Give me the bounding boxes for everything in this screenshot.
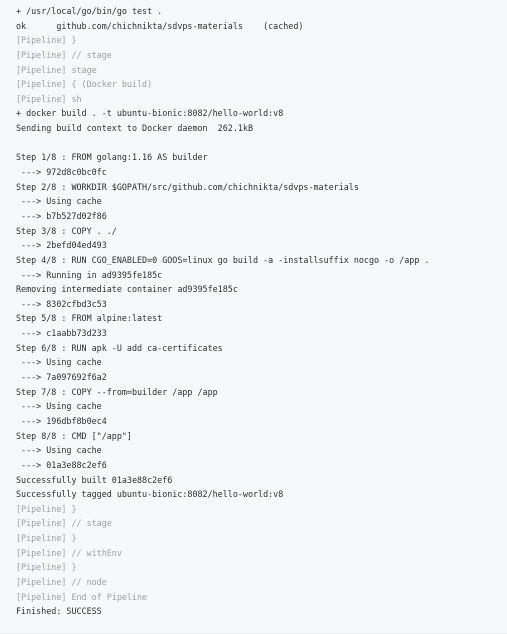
console-line: ---> Using cache xyxy=(16,445,102,456)
console-line: Step 5/8 : FROM alpine:latest xyxy=(16,313,163,324)
console-line: Step 6/8 : RUN apk -U add ca-certificate… xyxy=(16,342,223,353)
console-line: Successfully built 01a3e88c2ef6 xyxy=(16,474,173,485)
pipeline-step-line: [Pipeline] // node xyxy=(16,576,107,587)
console-line: ---> b7b527d02f86 xyxy=(16,210,107,221)
pipeline-step-line: [Pipeline] } xyxy=(16,503,77,514)
console-line: Successfully tagged ubuntu-bionic:8082/h… xyxy=(16,489,284,500)
console-log: + /usr/local/go/bin/go test . ok github.c… xyxy=(16,4,429,619)
pipeline-step-line: [Pipeline] { (Docker build) xyxy=(16,79,153,90)
console-line: Step 3/8 : COPY . ./ xyxy=(16,225,117,236)
pipeline-step-line: [Pipeline] // stage xyxy=(16,518,112,529)
console-line: ok github.com/chichnikta/sdvps-materials… xyxy=(16,20,304,31)
console-line: ---> 01a3e88c2ef6 xyxy=(16,459,107,470)
console-line: Step 7/8 : COPY --from=builder /app /app xyxy=(16,386,218,397)
console-line: ---> 196dbf8b0ec4 xyxy=(16,415,107,426)
pipeline-step-line: [Pipeline] // withEnv xyxy=(16,547,122,558)
console-line: Finished: SUCCESS xyxy=(16,606,102,617)
console-line: Sending build context to Docker daemon 2… xyxy=(16,123,253,134)
pipeline-step-line: [Pipeline] } xyxy=(16,562,77,573)
pipeline-step-line: [Pipeline] sh xyxy=(16,93,82,104)
console-line: Step 8/8 : CMD ["/app"] xyxy=(16,430,132,441)
pipeline-step-line: [Pipeline] } xyxy=(16,533,77,544)
console-line: ---> 972d8c0bc0fc xyxy=(16,167,107,178)
console-output-panel: + /usr/local/go/bin/go test . ok github.c… xyxy=(0,0,507,634)
console-line: ---> Running in ad9395fe185c xyxy=(16,269,163,280)
console-line: Step 4/8 : RUN CGO_ENABLED=0 GOOS=linux … xyxy=(16,254,430,265)
pipeline-step-line: [Pipeline] } xyxy=(16,35,77,46)
pipeline-step-line: [Pipeline] End of Pipeline xyxy=(16,591,148,602)
console-line: ---> c1aabb73d233 xyxy=(16,328,107,339)
console-line: ---> Using cache xyxy=(16,196,102,207)
console-line: ---> 7a097692f6a2 xyxy=(16,372,107,383)
console-line: ---> 2befd04ed493 xyxy=(16,240,107,251)
console-line: Removing intermediate container ad9395fe… xyxy=(16,284,238,295)
console-line: ---> Using cache xyxy=(16,357,102,368)
console-line: ---> Using cache xyxy=(16,401,102,412)
console-line: Step 2/8 : WORKDIR $GOPATH/src/github.co… xyxy=(16,181,359,192)
pipeline-step-line: [Pipeline] // stage xyxy=(16,49,112,60)
pipeline-step-line: [Pipeline] stage xyxy=(16,64,97,75)
console-line: + docker build . -t ubuntu-bionic:8082/h… xyxy=(16,108,284,119)
console-line: ---> 8302cfbd3c53 xyxy=(16,298,107,309)
console-line: + /usr/local/go/bin/go test . xyxy=(16,6,163,16)
console-line: Step 1/8 : FROM golang:1.16 AS builder xyxy=(16,152,208,163)
